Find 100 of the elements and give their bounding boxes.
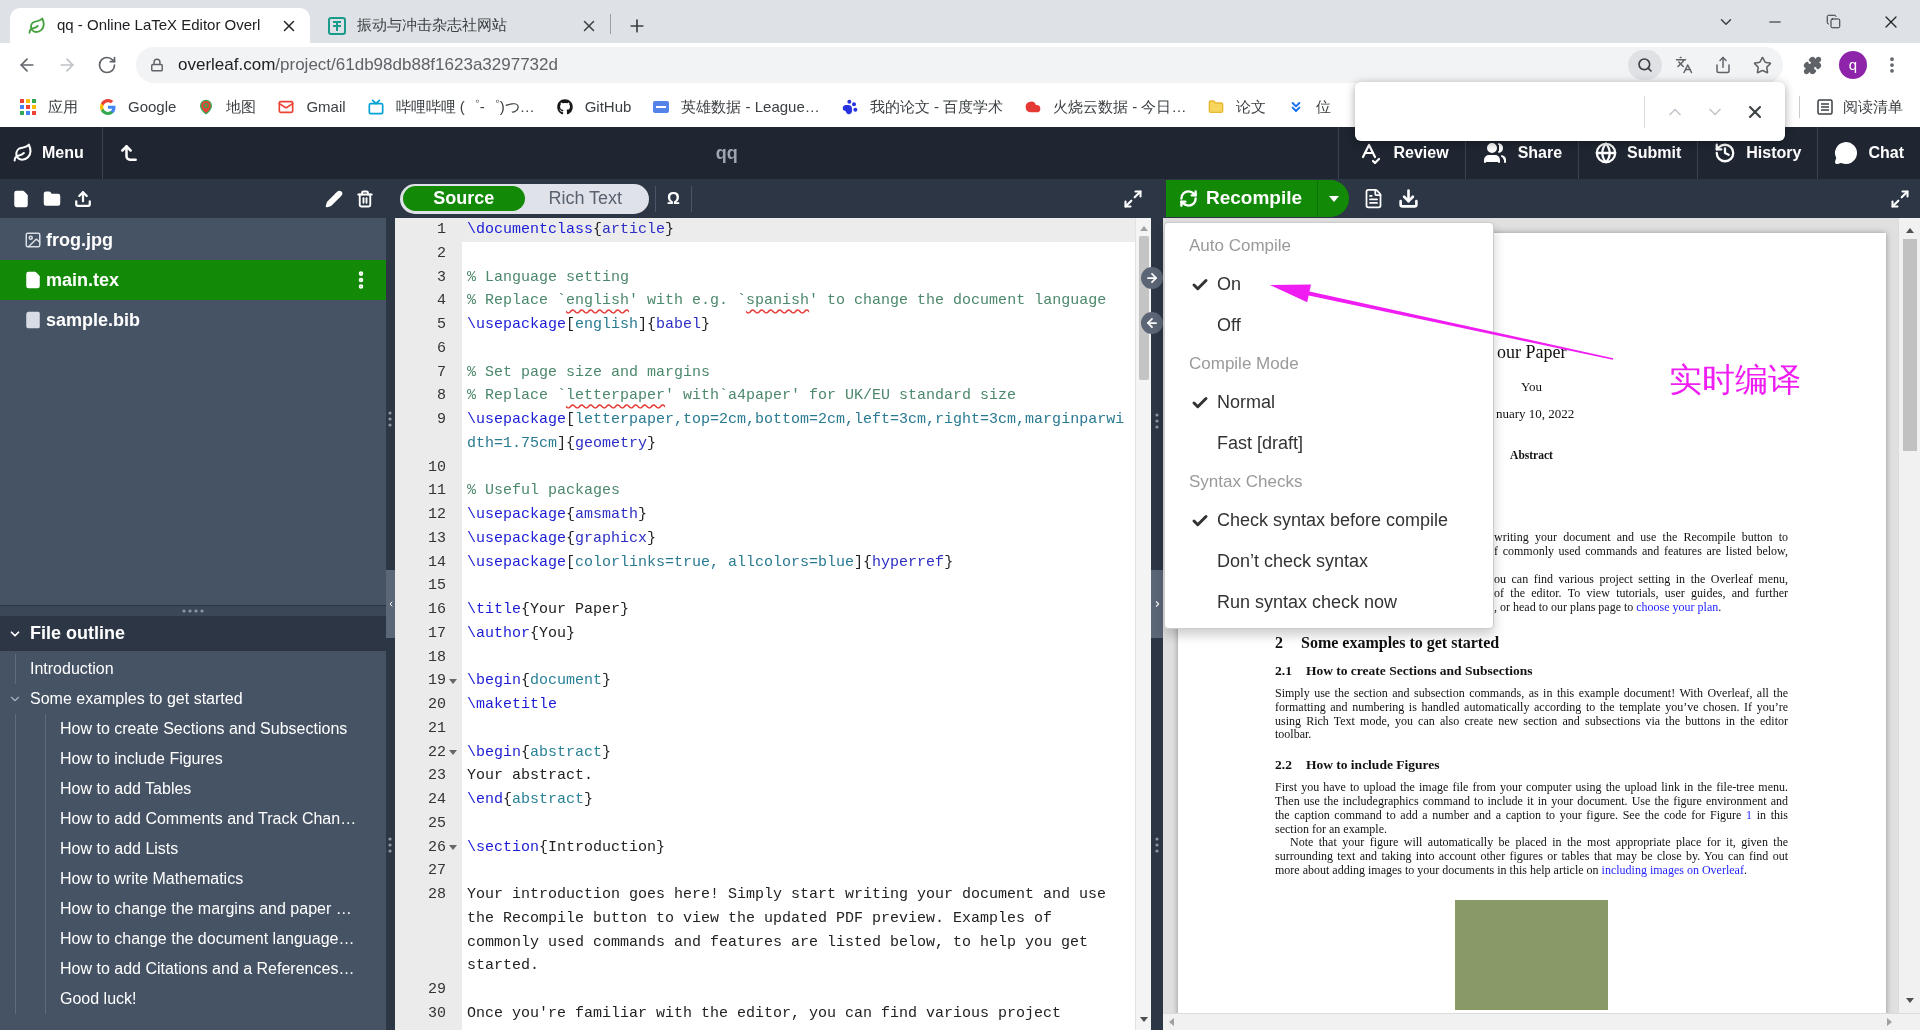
line-number: 10 <box>428 457 446 478</box>
outline-item[interactable]: How to include Figures <box>60 747 223 771</box>
menu-item[interactable]: Fast [draft] <box>1191 430 1304 457</box>
code-line: \maketitle <box>467 696 557 713</box>
bookmark[interactable]: 我的论文 - 百度学术 <box>841 95 1004 119</box>
fold-caret-icon[interactable] <box>449 678 457 684</box>
mode-tab[interactable]: Source <box>403 186 525 211</box>
folder-icon[interactable] <box>43 189 61 208</box>
browser-tab[interactable]: qq - Online LaTeX Editor Overl <box>10 8 310 43</box>
bookmark[interactable]: 地图 <box>198 95 257 119</box>
grip-icon[interactable] <box>388 411 392 427</box>
expand-icon[interactable] <box>1123 188 1143 209</box>
menu-heading: Auto Compile <box>1189 235 1292 258</box>
menu-item[interactable]: Normal <box>1191 389 1275 416</box>
bookmark[interactable]: Google <box>100 95 177 119</box>
bookmark[interactable]: 哔哩哔哩 (゜-゜)つ… <box>367 95 535 119</box>
outline-item[interactable]: How to add Comments and Track Chan… <box>60 807 357 831</box>
drag-handle-icon[interactable] <box>182 609 204 613</box>
globe-icon <box>1595 141 1618 165</box>
compile-options-button[interactable] <box>1317 180 1350 217</box>
upload-icon[interactable] <box>74 189 92 208</box>
bookmark[interactable]: 位 <box>1288 95 1332 119</box>
outline-item[interactable]: Some examples to get started <box>30 687 243 711</box>
line-number: 28 <box>428 885 446 905</box>
star-icon[interactable] <box>1752 55 1772 75</box>
pencil-icon[interactable] <box>325 189 343 208</box>
address-bar[interactable]: overleaf.com/project/61db98db88f1623a3297732d <box>136 47 1783 83</box>
file-tree-item[interactable]: sample.bib <box>0 300 386 340</box>
tile-icon <box>328 16 346 35</box>
pdf-link[interactable]: 1 <box>1746 807 1752 822</box>
outline-item[interactable]: Good luck! <box>60 987 137 1011</box>
code-line: \begin{abstract} <box>467 743 612 761</box>
outline-item[interactable]: Introduction <box>30 657 114 681</box>
outline-item[interactable]: How to change the margins and paper … <box>60 897 352 921</box>
download-icon[interactable] <box>1398 188 1420 209</box>
caret-down-icon[interactable] <box>1139 1017 1148 1022</box>
caret-up-icon[interactable] <box>1905 228 1914 233</box>
reading-list-button[interactable]: 阅读清单 <box>1817 95 1903 119</box>
outline-item[interactable]: How to add Lists <box>60 837 179 861</box>
fold-caret-icon[interactable] <box>449 749 457 755</box>
outline-item[interactable]: How to create Sections and Subsections <box>60 717 348 741</box>
section-heading: 2 Some examples to get started <box>1275 633 1500 653</box>
g-logo-icon <box>100 99 116 115</box>
line-number: 15 <box>428 576 446 597</box>
symbol-button[interactable]: Ω <box>656 186 691 211</box>
menu-item[interactable]: Run syntax check now <box>1191 589 1398 616</box>
menu-heading: Compile Mode <box>1189 353 1299 376</box>
fold-caret-icon[interactable] <box>449 844 457 850</box>
line-number: 1 <box>437 220 446 240</box>
menu-item[interactable]: Off <box>1191 312 1241 339</box>
recompile-button[interactable]: Recompile <box>1166 180 1318 217</box>
code-line: \end{abstract} <box>467 791 594 808</box>
line-number: 13 <box>428 528 446 549</box>
search-icon[interactable] <box>1628 50 1662 80</box>
bookmark[interactable]: GitHub <box>556 95 632 119</box>
code-line: \begin{document} <box>467 672 612 690</box>
bookmark[interactable]: Gmail <box>278 95 346 119</box>
share-icon[interactable] <box>1714 56 1732 74</box>
menu-item[interactable]: Check syntax before compile <box>1191 507 1449 534</box>
outline-item[interactable]: How to write Mathematics <box>60 867 244 891</box>
up-arrow-icon[interactable] <box>119 143 139 163</box>
line-number: 7 <box>437 362 446 383</box>
outline-item[interactable]: How to add Tables <box>60 777 192 801</box>
code-line: \usepackage{graphicx} <box>467 529 657 547</box>
file-icon[interactable] <box>12 189 30 208</box>
grip-icon[interactable] <box>388 837 392 853</box>
bookmark[interactable]: 火烧云数据 - 今日… <box>1025 95 1187 119</box>
leaf-icon <box>28 16 46 35</box>
code-line: % Set page size and margins <box>467 363 711 381</box>
grip-icon[interactable] <box>1155 837 1159 853</box>
file-tree-item[interactable]: main.tex <box>0 260 386 300</box>
menu-item[interactable]: Don’t check syntax <box>1191 548 1369 575</box>
code-line: % Useful packages <box>467 482 621 500</box>
browser-tab[interactable]: 振动与冲击杂志社网站 <box>310 8 610 43</box>
bookmark[interactable]: 应用 <box>20 95 78 119</box>
caret-down-icon[interactable] <box>1905 998 1914 1003</box>
expand-icon[interactable] <box>1890 188 1910 209</box>
circular-arrow-icon[interactable] <box>97 55 117 75</box>
code-line: \usepackage[letterpaper,top=2cm,bottom=2cm,left=3cm,right=3cm,marginparwidth=1.75cm]{geometry} <box>467 411 1125 452</box>
restore-icon[interactable] <box>1825 14 1841 29</box>
mode-tab[interactable]: Rich Text <box>524 186 646 211</box>
code-line: \usepackage[english]{babel} <box>467 316 711 333</box>
map-pin-icon <box>198 99 215 115</box>
line-number: 8 <box>437 386 446 407</box>
bookmark[interactable]: 论文 <box>1208 95 1267 119</box>
menu-item[interactable]: On <box>1191 271 1241 298</box>
translate-icon[interactable] <box>1675 56 1693 74</box>
outline-item[interactable]: How to add Citations and a References… <box>60 957 355 981</box>
bookmark[interactable]: 英雄数据 - League… <box>653 95 820 119</box>
grip-icon[interactable] <box>1155 413 1159 429</box>
scrollbar-thumb[interactable] <box>1902 239 1917 451</box>
outline-item[interactable]: How to change the document language… <box>60 927 355 951</box>
pdf-link[interactable]: including images on Overleaf <box>1601 862 1744 877</box>
line-number: 17 <box>428 623 446 644</box>
file-tree-item[interactable]: frog.jpg <box>0 220 386 260</box>
puzzle-icon[interactable] <box>1802 55 1822 75</box>
profile-avatar[interactable]: q <box>1839 51 1867 79</box>
history-icon <box>1714 141 1737 165</box>
code-line: Once you're familiar with the editor, you can find various project <box>467 1004 1062 1022</box>
trash-icon[interactable] <box>356 189 374 208</box>
